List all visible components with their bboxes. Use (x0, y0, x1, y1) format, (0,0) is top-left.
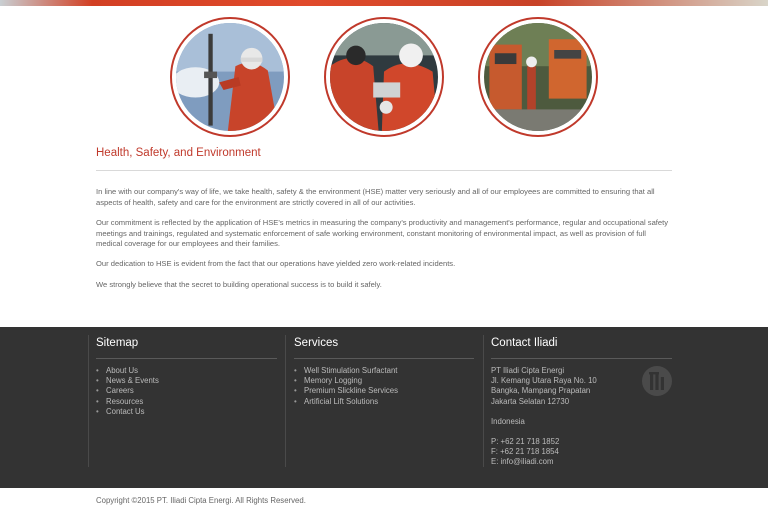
contact-address-3: Jakarta Selatan 12730 (491, 396, 570, 406)
service-link-memory-logging[interactable]: • Memory Logging (294, 376, 474, 386)
service-link-slickline[interactable]: • Premium Slickline Services (294, 386, 474, 396)
footer-sitemap: Sitemap • About Us • News & Events • Career… (96, 337, 277, 477)
footer-divider (285, 335, 286, 467)
bullet-icon: • (294, 396, 297, 406)
contact-rule (491, 358, 672, 359)
sitemap-heading: Sitemap (96, 337, 139, 349)
sitemap-link-news-events[interactable]: • News & Events (96, 376, 277, 386)
workers-with-equipment-photo (324, 17, 444, 137)
hse-paragraph-2: Our commitment is reflected by the appli… (96, 218, 669, 248)
worker-on-rig-photo (170, 17, 290, 137)
site-footer: Sitemap • About Us • News & Events • Career… (0, 327, 768, 488)
contact-country: Indonesia (491, 416, 525, 426)
bullet-icon: • (96, 366, 99, 375)
title-divider (96, 170, 672, 171)
bullet-icon: • (96, 406, 99, 416)
contact-phone[interactable]: P: +62 21 718 1852 (491, 437, 672, 447)
contact-fax: F: +62 21 718 1854 (491, 447, 559, 457)
sitemap-link-about-us[interactable]: • About Us (96, 366, 277, 376)
sitemap-link-contact-us[interactable]: • Contact Us (96, 407, 277, 417)
sitemap-link-resources[interactable]: • Resources (96, 397, 277, 407)
photo-row (0, 17, 768, 137)
footer-divider (88, 335, 89, 467)
copyright-text: Copyright ©2015 PT. Iliadi Cipta Energi.… (96, 496, 306, 505)
sitemap-rule (96, 358, 277, 359)
bullet-icon: • (294, 376, 297, 386)
field-equipment-photo (478, 17, 598, 137)
footer-divider (483, 335, 484, 467)
hse-paragraph-3: Our dedication to HSE is evident from th… (96, 259, 456, 268)
bullet-icon: • (96, 396, 99, 406)
service-link-well-stimulation[interactable]: • Well Stimulation Surfactant (294, 366, 474, 376)
contact-email[interactable]: E: info@iliadi.com (491, 457, 672, 467)
hero-image-strip (0, 0, 768, 6)
page-title: Health, Safety, and Environment (96, 147, 261, 159)
sitemap-link-careers[interactable]: • Careers (96, 386, 277, 396)
service-link-artificial-lift[interactable]: • Artificial Lift Solutions (294, 397, 474, 407)
bullet-icon: • (294, 366, 297, 375)
contact-heading: Contact Iliadi (491, 337, 558, 349)
hse-paragraph-1: In line with our company's way of life, … (96, 187, 655, 207)
bullet-icon: • (96, 386, 99, 396)
services-rule (294, 358, 474, 359)
services-heading: Services (294, 337, 339, 349)
footer-services: Services • Well Stimulation Surfactant • M… (294, 337, 474, 477)
bullet-icon: • (96, 376, 99, 386)
footer-contact: Contact Iliadi PT Iliadi Cipta Energi Jl… (491, 337, 672, 477)
company-logo-icon (642, 366, 672, 396)
hse-paragraph-4: We strongly believe that the secret to b… (96, 280, 382, 289)
bullet-icon: • (294, 386, 297, 396)
